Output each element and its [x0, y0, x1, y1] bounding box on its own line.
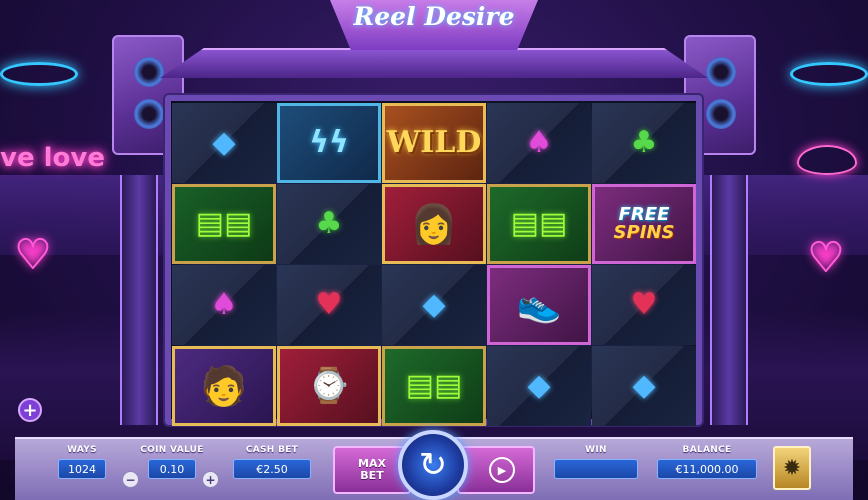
coin-value-value: 0.10	[148, 459, 196, 479]
club-icon: ♣	[630, 125, 658, 160]
shutter-glasses-icon: ▤▤	[510, 206, 568, 241]
man-character-icon: 🧑	[200, 364, 248, 408]
reel-cell-diamond: ◆	[487, 346, 591, 426]
reel-cell-earrings: ϟϟ	[277, 103, 381, 183]
reel-cell-sneakers: 👟	[487, 265, 591, 345]
win-value	[554, 459, 638, 479]
heart-arrow-icon: ♥	[14, 231, 52, 279]
spade-icon: ♠	[525, 125, 553, 160]
balance-value: €11,000.00	[657, 459, 757, 479]
reel-top-canopy	[160, 48, 708, 78]
speaker-cone-icon	[706, 99, 736, 129]
speaker-cone-icon	[134, 99, 164, 129]
plus-circle-icon[interactable]: +	[18, 398, 42, 422]
earrings-icon: ϟϟ	[309, 125, 349, 160]
reel-cell-heart: ♥	[277, 265, 381, 345]
reel-cell-glasses: ▤▤	[172, 184, 276, 264]
coin-value-panel: COIN VALUE 0.10	[130, 445, 214, 495]
coin-value-label: COIN VALUE	[140, 445, 204, 455]
autoplay-button[interactable]: ▶	[457, 446, 535, 494]
spade-icon: ♠	[210, 287, 238, 322]
neon-love-sign: ve love	[0, 143, 105, 173]
reel-cell-diamond: ◆	[172, 103, 276, 183]
spin-arrow-icon: ↻	[418, 445, 448, 485]
reel-cell-watch: ⌚	[277, 346, 381, 426]
menu-logo-icon[interactable]: ✹	[773, 446, 811, 490]
balance-label: BALANCE	[682, 445, 732, 455]
wild-symbol: WILD	[386, 125, 482, 160]
reel-cell-diamond: ◆	[382, 265, 486, 345]
reel-cell-glasses: ▤▤	[382, 346, 486, 426]
woman-character-icon: 👩	[410, 202, 458, 246]
lips-icon	[797, 145, 857, 175]
neon-ring-right	[790, 62, 868, 86]
heart-icon: ♥	[630, 287, 658, 322]
coin-value-increase-button[interactable]: +	[202, 471, 219, 488]
reel-cell-spade: ♠	[172, 265, 276, 345]
cash-bet-label: CASH BET	[245, 445, 299, 455]
speaker-cone-icon	[134, 57, 164, 87]
speaker-cone-icon	[706, 57, 736, 87]
reel-cell-man: 🧑	[172, 346, 276, 426]
diamond-icon: ◆	[527, 368, 551, 403]
reel-cell-wild: WILD	[382, 103, 486, 183]
ways-value: 1024	[58, 459, 106, 479]
win-label: WIN	[585, 445, 607, 455]
shutter-glasses-icon: ▤▤	[405, 368, 463, 403]
diamond-icon: ◆	[212, 125, 236, 160]
neon-ring-left	[0, 62, 78, 86]
diamond-icon: ◆	[422, 287, 446, 322]
reel-cell-woman: 👩	[382, 184, 486, 264]
reel-cell-spade: ♠	[487, 103, 591, 183]
reel-cell-club: ♣	[277, 184, 381, 264]
reel-grid: ◆ ϟϟ WILD ♠ ♣ ▤▤ ♣ 👩 ▤▤ FREE SPINS ♠ ♥ ◆…	[172, 103, 696, 426]
club-icon: ♣	[315, 206, 343, 241]
spin-button[interactable]: ↻	[398, 430, 468, 500]
reel-cell-club: ♣	[592, 103, 696, 183]
digital-watch-icon: ⌚	[307, 366, 351, 406]
coin-value-decrease-button[interactable]: −	[122, 471, 139, 488]
max-bet-line2: BET	[360, 469, 384, 482]
autoplay-icon: ▶	[489, 457, 515, 483]
reel-cell-glasses: ▤▤	[487, 184, 591, 264]
reel-cell-free-spins: FREE SPINS	[592, 184, 696, 264]
cash-bet-value: €2.50	[233, 459, 311, 479]
double-heart-icon: ♥	[807, 234, 845, 282]
diamond-icon: ◆	[632, 368, 656, 403]
right-speaker-tower	[710, 175, 748, 425]
ways-panel: WAYS 1024	[55, 445, 109, 495]
heart-icon: ♥	[315, 287, 343, 322]
shutter-glasses-icon: ▤▤	[195, 206, 253, 241]
cash-bet-panel: CASH BET €2.50	[232, 445, 312, 495]
free-spins-label-spins: SPINS	[613, 222, 675, 243]
left-speaker-tower	[120, 175, 158, 425]
game-logo: Reel Desire	[353, 2, 515, 31]
reel-cell-heart: ♥	[592, 265, 696, 345]
reel-cell-diamond: ◆	[592, 346, 696, 426]
balance-panel: BALANCE €11,000.00	[656, 445, 758, 495]
ways-label: WAYS	[67, 445, 97, 455]
win-panel: WIN	[553, 445, 639, 495]
sneakers-icon: 👟	[516, 284, 562, 325]
